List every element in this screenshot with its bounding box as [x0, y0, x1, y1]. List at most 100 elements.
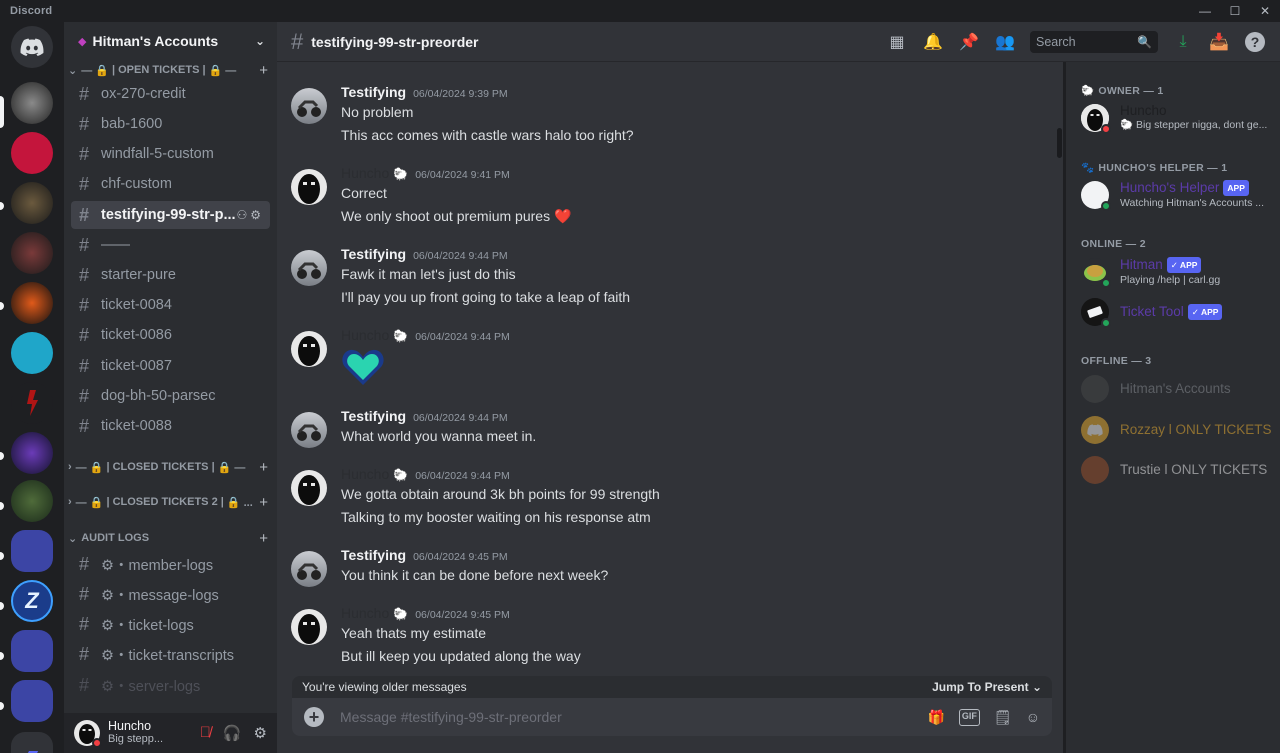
scrollbar-thumb[interactable]	[1057, 128, 1062, 158]
server-5[interactable]	[11, 282, 53, 324]
author-name[interactable]: Testifying	[341, 547, 406, 563]
gift-icon[interactable]: 🎁	[927, 709, 944, 726]
channel-item[interactable]: # starter-pure	[71, 261, 270, 289]
avatar[interactable]	[74, 720, 102, 748]
chevron-down-icon: ⌄	[68, 532, 78, 545]
author-name[interactable]: Testifying	[341, 408, 406, 424]
server-z[interactable]: Z	[11, 580, 53, 622]
member-item-rozzay[interactable]: Rozzay l ONLY TICKETS	[1081, 412, 1277, 448]
jump-to-present-button[interactable]: Jump To Present ⌄	[932, 680, 1042, 694]
inbox-icon[interactable]: 📥	[1208, 31, 1230, 53]
gif-icon[interactable]: GIF	[958, 708, 980, 726]
avatar[interactable]	[291, 470, 327, 506]
server-7[interactable]	[11, 382, 53, 424]
server-folder-1[interactable]	[11, 530, 53, 572]
channel-item[interactable]: # ticket-0087	[71, 352, 270, 380]
attach-plus-icon[interactable]: +	[304, 707, 324, 727]
emoji-icon[interactable]: ☺	[1026, 709, 1040, 726]
sticker-icon[interactable]: 🗒	[994, 709, 1012, 726]
motorcycle-icon	[297, 100, 321, 117]
avatar[interactable]	[291, 412, 327, 448]
mic-muted-icon[interactable]: 🎙̸	[200, 724, 211, 742]
author-name[interactable]: Huncho	[341, 466, 389, 482]
channel-item[interactable]: # ——	[71, 231, 270, 259]
bell-icon[interactable]: 🔔	[922, 31, 944, 53]
channel-item-active[interactable]: # testifying-99-str-p... ⚇⚙	[71, 201, 270, 229]
server-8[interactable]	[11, 432, 53, 474]
avatar	[1081, 298, 1111, 328]
member-item-hitmans-accounts[interactable]: Hitman's Accounts	[1081, 371, 1277, 407]
author-name[interactable]: Huncho	[341, 605, 389, 621]
help-icon[interactable]: ?	[1244, 31, 1266, 53]
message-text: We gotta obtain around 3k bh points for …	[341, 486, 660, 502]
create-channel-button[interactable]: +	[259, 494, 268, 511]
server-3[interactable]	[11, 182, 53, 224]
category-audit-logs[interactable]: ⌄ AUDIT LOGS +	[68, 528, 268, 548]
server-pase-designs[interactable]	[11, 132, 53, 174]
server-folder-2[interactable]	[11, 630, 53, 672]
message-text: Fawk it man let's just do this	[341, 266, 516, 282]
author-name[interactable]: Testifying	[341, 84, 406, 100]
maximize-button[interactable]: ☐	[1220, 0, 1250, 22]
create-channel-button[interactable]: +	[259, 459, 268, 476]
channel-item[interactable]: # ⚙・ticket-transcripts	[71, 640, 270, 668]
member-item-hitman[interactable]: Hitman ✓ APP Playing /help | carl.gg	[1081, 254, 1277, 290]
category-closed-tickets[interactable]: › — 🔒 | CLOSED TICKETS | 🔒 — +	[68, 457, 268, 477]
channel-item[interactable]: # ticket-0088	[71, 412, 270, 440]
server-9[interactable]	[11, 480, 53, 522]
author-name[interactable]: Huncho	[341, 165, 389, 181]
server-6[interactable]	[11, 332, 53, 374]
message-text: This acc comes with castle wars halo too…	[341, 127, 634, 143]
channel-item[interactable]: # ⚙・member-logs	[71, 550, 270, 578]
gear-icon[interactable]: ⚙	[254, 724, 267, 742]
channel-item[interactable]: # bab-1600	[71, 110, 270, 138]
channel-item[interactable]: # windfall-5-custom	[71, 140, 270, 168]
avatar[interactable]	[291, 250, 327, 286]
user-names[interactable]: Huncho Big stepp...	[108, 720, 163, 746]
channel-item[interactable]: # ⚙・message-logs	[71, 580, 270, 608]
server-hitmans-accounts[interactable]	[11, 82, 53, 124]
members-icon[interactable]: 👥	[994, 31, 1016, 53]
server-folder-4[interactable]: ▰	[11, 732, 53, 753]
channel-item[interactable]: # ticket-0086	[71, 321, 270, 349]
user-panel: Huncho Big stepp... 🎙̸ 🎧 ⚙	[64, 713, 277, 753]
avatar[interactable]	[291, 331, 327, 367]
gear-icon[interactable]: ⚙	[250, 208, 264, 222]
member-item-ticket-tool[interactable]: Ticket Tool ✓ APP	[1081, 294, 1277, 330]
member-item-helper[interactable]: Huncho's Helper APP Watching Hitman's Acc…	[1081, 177, 1277, 213]
avatar[interactable]	[291, 169, 327, 205]
category-closed-tickets-2[interactable]: › — 🔒 | CLOSED TICKETS 2 | 🔒 ... +	[68, 492, 268, 512]
channel-item[interactable]: # ticket-0084	[71, 291, 270, 319]
minimize-button[interactable]: —	[1190, 0, 1220, 22]
message-input[interactable]	[340, 709, 860, 725]
channel-item[interactable]: # dog-bh-50-parsec	[71, 382, 270, 410]
headphones-icon[interactable]: 🎧	[223, 724, 242, 742]
pin-icon[interactable]: 📌	[958, 31, 980, 53]
guild-header[interactable]: ◆ Hitman's Accounts ⌄	[64, 22, 277, 60]
author-name[interactable]: Huncho	[341, 327, 389, 343]
member-item-trustie[interactable]: Trustie l ONLY TICKETS	[1081, 452, 1277, 488]
home-button[interactable]	[11, 26, 53, 68]
threads-icon[interactable]: ▦	[886, 31, 908, 53]
avatar[interactable]	[291, 551, 327, 587]
avatar[interactable]	[291, 88, 327, 124]
close-button[interactable]: ✕	[1250, 0, 1280, 22]
channel-item[interactable]: # ox-270-credit	[71, 80, 270, 108]
server-folder-3[interactable]	[11, 680, 53, 722]
teal-heart-emoji-icon[interactable]	[341, 347, 385, 392]
author-name[interactable]: Testifying	[341, 246, 406, 262]
motorcycle-icon	[297, 424, 321, 441]
download-icon[interactable]: ⤓	[1172, 31, 1194, 53]
create-channel-button[interactable]: +	[259, 62, 268, 79]
server-4[interactable]	[11, 232, 53, 274]
add-member-icon[interactable]: ⚇	[236, 208, 250, 222]
create-channel-button[interactable]: +	[259, 530, 268, 547]
member-item-huncho[interactable]: Huncho 🐑 Big stepper nigga, dont ge...	[1081, 100, 1277, 136]
channel-item[interactable]: # ⚙・ticket-logs	[71, 610, 270, 638]
search-box[interactable]: Search 🔍	[1030, 30, 1158, 53]
channel-item[interactable]: # chf-custom	[71, 170, 270, 198]
channel-item[interactable]: # ⚙・server-logs	[71, 671, 270, 699]
chevron-down-icon[interactable]: ⌄	[255, 34, 265, 48]
avatar[interactable]	[291, 609, 327, 645]
category-open-tickets[interactable]: ⌄ — 🔒 | OPEN TICKETS | 🔒 — +	[68, 60, 268, 80]
